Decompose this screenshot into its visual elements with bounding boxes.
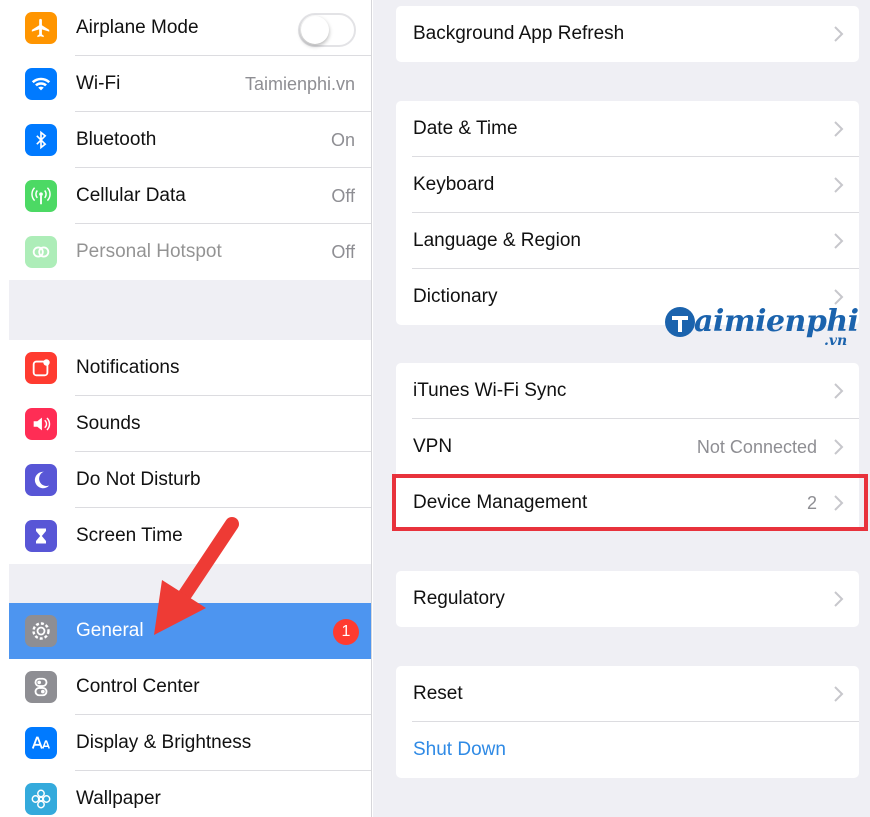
row-itunes-wifi-sync[interactable]: iTunes Wi-Fi Sync — [396, 363, 859, 419]
sidebar-item-sounds[interactable]: Sounds — [9, 396, 371, 452]
airplane-icon — [25, 12, 57, 44]
row-label: Shut Down — [413, 739, 506, 760]
sidebar-item-label: Do Not Disturb — [76, 469, 201, 490]
settings-sidebar: Airplane Mode Wi-Fi Taimienphi.vn Blueto… — [9, 0, 372, 817]
row-label: VPN — [413, 436, 453, 457]
sidebar-item-label: Control Center — [76, 676, 200, 697]
toggle-knob — [301, 16, 329, 44]
notification-badge: 1 — [333, 619, 359, 645]
hotspot-icon — [25, 236, 57, 268]
row-reset[interactable]: Reset — [396, 666, 859, 722]
row-vpn[interactable]: VPN Not Connected — [396, 419, 859, 475]
hourglass-icon — [25, 520, 57, 552]
row-date-time[interactable]: Date & Time — [396, 101, 859, 157]
sidebar-group-connectivity: Airplane Mode Wi-Fi Taimienphi.vn Blueto… — [9, 0, 371, 280]
sidebar-item-cellular-data[interactable]: Cellular Data Off — [9, 168, 371, 224]
row-label: Regulatory — [413, 588, 505, 609]
row-regulatory[interactable]: Regulatory — [396, 571, 859, 627]
sidebar-item-display-brightness[interactable]: Display & Brightness — [9, 715, 371, 771]
taimienphi-logo-icon — [665, 307, 695, 337]
row-label: Language & Region — [413, 230, 581, 251]
row-label: Dictionary — [413, 286, 498, 307]
row-label: Keyboard — [413, 174, 495, 195]
vpn-status-value: Not Connected — [696, 436, 817, 457]
chevron-right-icon — [834, 121, 844, 137]
chevron-right-icon — [834, 26, 844, 42]
watermark-domain: .vn — [824, 333, 848, 349]
general-detail-pane: Background App Refresh Date & Time Keybo… — [373, 0, 870, 817]
sidebar-item-control-center[interactable]: Control Center — [9, 659, 371, 715]
control-center-icon — [25, 671, 57, 703]
sidebar-item-label: Notifications — [76, 357, 180, 378]
wifi-network-value: Taimienphi.vn — [244, 73, 355, 94]
row-keyboard[interactable]: Keyboard — [396, 157, 859, 213]
sidebar-item-personal-hotspot[interactable]: Personal Hotspot Off — [9, 224, 371, 280]
chevron-right-icon — [834, 591, 844, 607]
cellular-status-value: Off — [331, 185, 355, 206]
chevron-right-icon — [834, 233, 844, 249]
gear-icon — [25, 615, 57, 647]
red-arrow-annotation — [154, 517, 239, 635]
sidebar-item-wifi[interactable]: Wi-Fi Taimienphi.vn — [9, 56, 371, 112]
bluetooth-icon — [25, 124, 57, 156]
sidebar-item-label: Airplane Mode — [76, 17, 199, 38]
sidebar-item-label: Wi-Fi — [76, 73, 121, 94]
sidebar-item-wallpaper[interactable]: Wallpaper — [9, 771, 371, 817]
sidebar-item-label: Display & Brightness — [76, 732, 252, 753]
detail-group-datetime: Date & Time Keyboard Language & Region D… — [396, 101, 859, 325]
sidebar-item-label: Wallpaper — [76, 788, 161, 809]
row-label: Background App Refresh — [413, 23, 625, 44]
sidebar-item-bluetooth[interactable]: Bluetooth On — [9, 112, 371, 168]
taimienphi-watermark: aimienphi .vn — [664, 302, 864, 352]
sidebar-item-notifications[interactable]: Notifications — [9, 340, 371, 396]
chevron-right-icon — [834, 177, 844, 193]
sidebar-item-do-not-disturb[interactable]: Do Not Disturb — [9, 452, 371, 508]
row-label: iTunes Wi-Fi Sync — [413, 380, 567, 401]
row-label: Reset — [413, 683, 463, 704]
airplane-mode-toggle[interactable] — [298, 13, 356, 47]
row-language-region[interactable]: Language & Region — [396, 213, 859, 269]
detail-group-refresh: Background App Refresh — [396, 6, 859, 62]
detail-group-regulatory: Regulatory — [396, 571, 859, 627]
bluetooth-status-value: On — [330, 129, 355, 150]
sidebar-item-label: Sounds — [76, 413, 141, 434]
sidebar-item-label: General — [76, 620, 144, 641]
chevron-right-icon — [834, 439, 844, 455]
sidebar-item-label: Bluetooth — [76, 129, 157, 150]
cellular-icon — [25, 180, 57, 212]
display-icon — [25, 727, 57, 759]
hotspot-status-value: Off — [331, 241, 355, 262]
chevron-right-icon — [834, 383, 844, 399]
sidebar-item-label: Personal Hotspot — [76, 241, 222, 262]
detail-group-reset: Reset Shut Down — [396, 666, 859, 778]
notifications-icon — [25, 352, 57, 384]
row-background-app-refresh[interactable]: Background App Refresh — [396, 6, 859, 62]
sidebar-item-airplane-mode[interactable]: Airplane Mode — [9, 0, 371, 56]
sidebar-item-label: Cellular Data — [76, 185, 186, 206]
row-label: Date & Time — [413, 118, 518, 139]
chevron-right-icon — [834, 686, 844, 702]
moon-icon — [25, 464, 57, 496]
shut-down-button[interactable]: Shut Down — [396, 722, 859, 778]
sounds-icon — [25, 408, 57, 440]
wifi-icon — [25, 68, 57, 100]
wallpaper-icon — [25, 783, 57, 815]
device-management-highlight-box — [392, 474, 868, 531]
